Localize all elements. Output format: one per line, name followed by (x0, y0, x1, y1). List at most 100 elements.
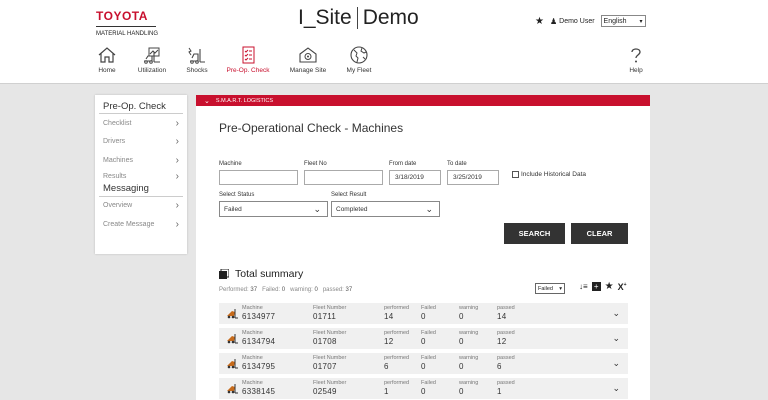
nav-help[interactable]: Help (606, 46, 666, 74)
fleet-cell: Fleet Number 02549 (313, 380, 346, 396)
chevron-down-icon: ⌄ (204, 97, 210, 105)
manage-site-icon (299, 47, 317, 63)
summary-filter-select[interactable]: Failed ▾ (535, 283, 565, 294)
warning-value: 0 (459, 387, 464, 396)
chevron-down-icon[interactable]: ⌄ (612, 333, 620, 344)
warning-cell: warning 0 (459, 355, 478, 371)
sidebar-item-drivers[interactable]: Drivers › (95, 133, 187, 152)
col-label: performed (384, 355, 410, 361)
passed-cell: passed 6 (497, 355, 515, 371)
fleet-value: 02549 (313, 387, 337, 396)
failed-count: 0 (281, 287, 286, 293)
brand-subtitle: MATERIAL HANDLING (96, 31, 159, 37)
fleet-value: 01707 (313, 362, 337, 371)
passed-value: 1 (497, 387, 502, 396)
from-date-input[interactable]: 3/18/2019 (389, 170, 441, 185)
sidebar-item-checklist[interactable]: Checklist › (95, 114, 187, 133)
status-select[interactable]: Failed ⌄ (219, 201, 328, 217)
sort-icon[interactable]: ↓≡ (579, 282, 588, 291)
warning-count: 0 (314, 287, 318, 293)
sidebar-item-label: Create Message (103, 220, 155, 228)
col-label: performed (384, 305, 410, 311)
performed-cell: performed 1 (384, 380, 409, 396)
from-date-label: From date (389, 161, 417, 167)
forklift-icon (227, 309, 238, 319)
result-select[interactable]: Completed ⌄ (331, 201, 440, 217)
failed-value: 0 (421, 312, 426, 321)
col-label: warning (459, 355, 479, 361)
help-icon (631, 48, 641, 63)
chevron-right-icon: › (175, 170, 179, 182)
favorite-star-icon[interactable]: ★ (605, 281, 614, 292)
fleet-cell: Fleet Number 01708 (313, 330, 346, 346)
fleet-cell: Fleet Number 01707 (313, 355, 346, 371)
warning-value: 0 (459, 337, 464, 346)
clear-filter-icon[interactable]: X+ (618, 282, 627, 292)
failed-value: 0 (421, 337, 426, 346)
to-date-input[interactable]: 3/25/2019 (447, 170, 499, 185)
warning-cell: warning 0 (459, 380, 478, 396)
fleet-value: 01708 (313, 337, 337, 346)
machine-cell: Machine 6134794 (242, 330, 275, 346)
clear-button[interactable]: CLEAR (571, 223, 628, 244)
chevron-down-icon[interactable]: ⌄ (612, 308, 620, 319)
language-value: English (603, 17, 627, 25)
col-label: Failed (421, 305, 436, 311)
sidebar-item-overview[interactable]: Overview › (95, 197, 187, 216)
chevron-down-icon[interactable]: ⌄ (612, 358, 620, 369)
summary-header: Total summary (219, 268, 303, 280)
chevron-down-icon[interactable]: ⌄ (612, 383, 620, 394)
sidebar-section-title: Messaging (103, 182, 149, 194)
nav-pre-op-check[interactable]: Pre-Op. Check (218, 46, 278, 74)
machine-value: 6338145 (242, 387, 276, 396)
nav-label: Manage Site (289, 67, 327, 74)
favorites-star-icon[interactable]: ★ (535, 16, 544, 27)
result-value: Completed (336, 205, 368, 213)
nav-label: Pre-Op. Check (226, 67, 270, 74)
machine-row[interactable]: Machine 6134977 Fleet Number 01711 perform… (219, 303, 628, 324)
chevron-right-icon: › (175, 136, 179, 148)
nav-my-fleet[interactable]: My Fleet (329, 46, 389, 74)
result-label: Select Result (331, 192, 367, 198)
top-header: TOYOTA MATERIAL HANDLING I_Site Demo ★ ♟… (0, 0, 768, 84)
machine-row[interactable]: Machine 6134794 Fleet Number 01708 perform… (219, 328, 628, 349)
expand-all-icon[interactable]: + (591, 282, 601, 291)
to-date-label: To date (447, 161, 467, 167)
checkbox-box[interactable] (512, 171, 519, 178)
failed-cell: Failed 0 (421, 355, 436, 371)
fleet-no-input[interactable] (304, 170, 383, 185)
machine-value: 6134977 (242, 312, 276, 321)
search-button[interactable]: SEARCH (504, 223, 565, 244)
failed-cell: Failed 0 (421, 380, 436, 396)
app-title-left: I_Site (298, 6, 352, 29)
historical-data-checkbox[interactable]: Include Historical Data (512, 171, 586, 178)
user-menu[interactable]: ♟ Demo User (550, 17, 595, 26)
summary-title: Total summary (235, 268, 304, 280)
col-label: Fleet Number (313, 355, 347, 361)
toyota-logo[interactable]: TOYOTA MATERIAL HANDLING (96, 9, 158, 37)
performed-cell: performed 14 (384, 305, 409, 321)
passed-count: 37 (345, 287, 353, 293)
passed-label: passed: (322, 287, 344, 293)
forklift-icon (227, 384, 238, 394)
historical-data-label: Include Historical Data (521, 171, 587, 178)
sidebar-item-machines[interactable]: Machines › (95, 151, 187, 170)
machine-row[interactable]: Machine 6134795 Fleet Number 01707 perform… (219, 353, 628, 374)
logo-divider (96, 26, 156, 27)
chevron-right-icon: › (175, 200, 179, 212)
user-name: Demo User (559, 17, 595, 25)
section-banner[interactable]: ⌄ S.M.A.R.T. LOGISTICS (196, 95, 650, 106)
performed-cell: performed 6 (384, 355, 409, 371)
sidebar-item-create-message[interactable]: Create Message › (95, 215, 187, 234)
performed-count: 37 (250, 287, 258, 293)
col-label: Fleet Number (313, 305, 347, 311)
language-select[interactable]: English ▾ (600, 15, 646, 27)
performed-value: 6 (384, 362, 389, 371)
machine-input[interactable] (219, 170, 298, 185)
col-label: passed (497, 330, 515, 336)
app-title: I_Site Demo (298, 6, 419, 30)
machine-row[interactable]: Machine 6338145 Fleet Number 02549 perform… (219, 378, 628, 399)
col-label: warning (459, 330, 479, 336)
user-icon: ♟ (549, 16, 558, 26)
sidebar-item-results[interactable]: Results › (95, 170, 187, 183)
